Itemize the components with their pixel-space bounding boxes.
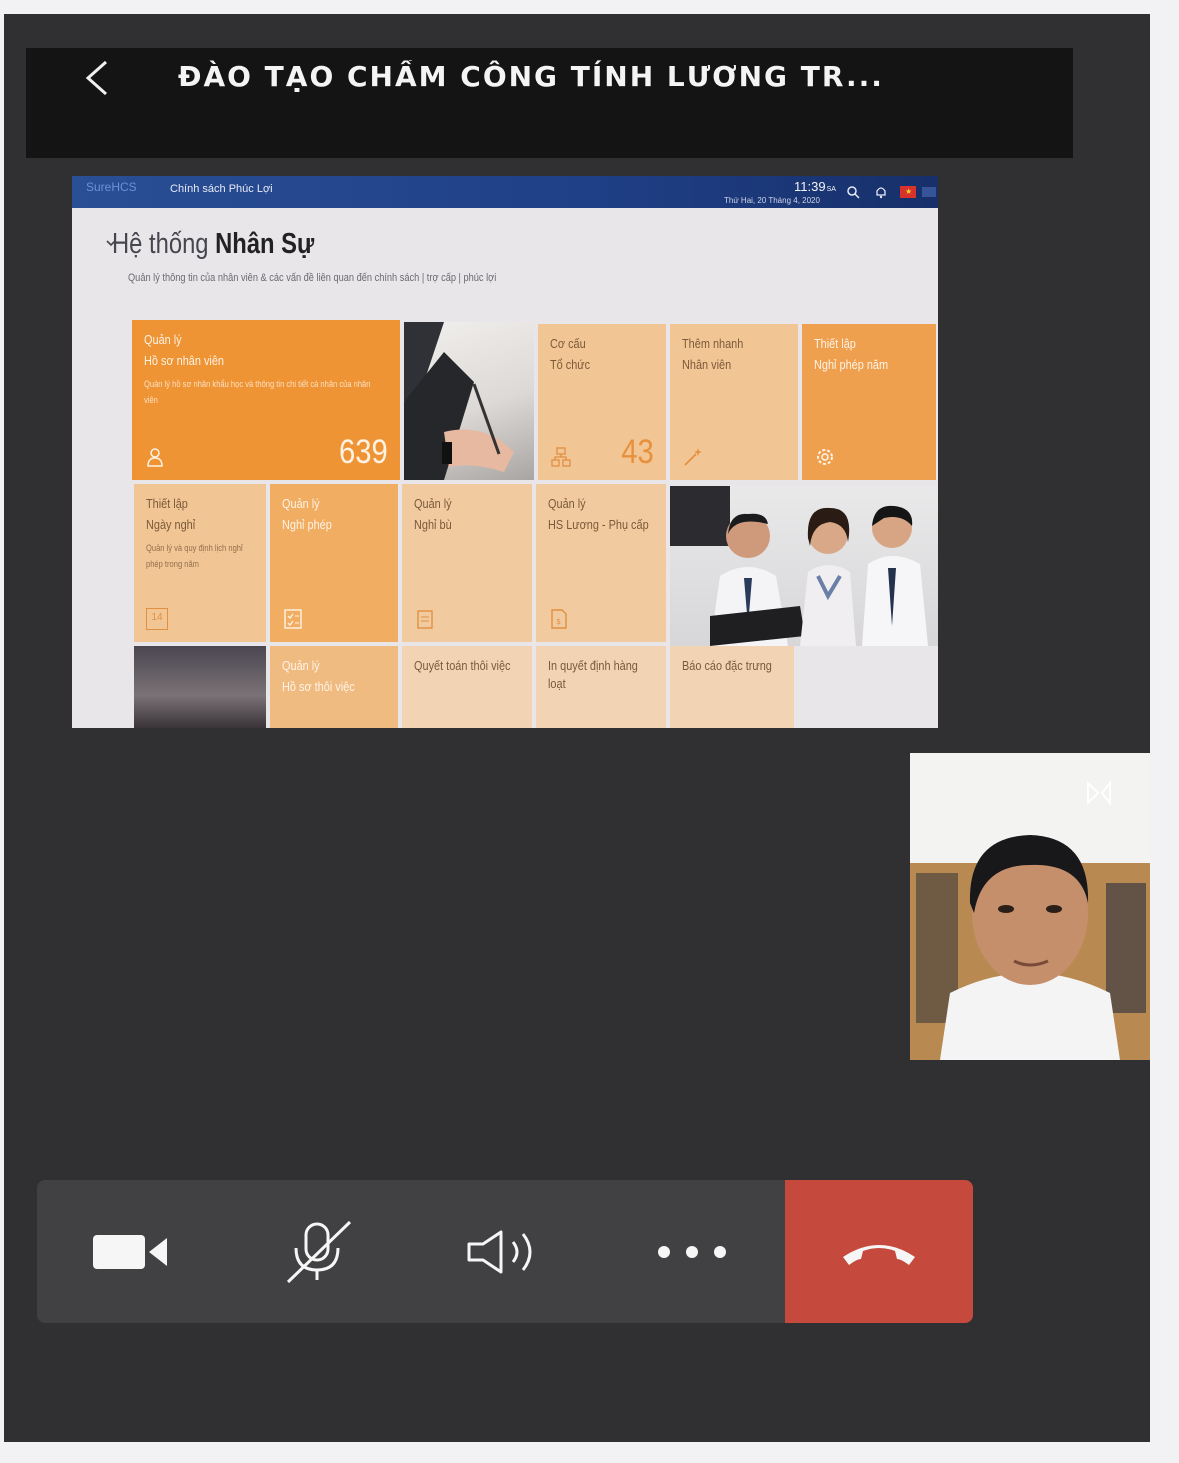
tile-label-1: Quản lý — [414, 496, 452, 511]
call-controls-bar — [37, 1180, 973, 1323]
tile-label-1: Báo cáo đặc trưng — [682, 658, 772, 673]
meeting-title: ĐÀO TẠO CHẤM CÔNG TÍNH LƯƠNG TR... — [178, 60, 884, 93]
tile-label-1: Quản lý — [144, 332, 182, 347]
microphone-button[interactable] — [224, 1180, 411, 1323]
bell-icon — [876, 187, 886, 199]
section-title-bold: Nhân Sự — [215, 228, 315, 260]
speaker-button[interactable] — [411, 1180, 598, 1323]
tile-label-1: Thêm nhanh — [682, 336, 744, 351]
business-team-photo — [670, 486, 938, 646]
org-chart-icon — [551, 447, 571, 467]
end-call-button[interactable] — [785, 1180, 973, 1323]
org-unit-count: 43 — [621, 433, 654, 471]
app-menu-label: Chính sách Phúc Lợi — [170, 183, 273, 195]
app-logo: SureHCS — [86, 180, 137, 194]
clipboard-icon — [417, 610, 433, 629]
self-video[interactable] — [910, 753, 1150, 1060]
switch-camera-icon[interactable] — [1080, 773, 1120, 813]
tile-label-1: Cơ cấu — [550, 336, 586, 351]
tile-label-2: Hồ sơ thôi việc — [282, 679, 355, 694]
tile-label-2: Nghỉ phép năm — [814, 357, 889, 372]
tile-label-2: loạt — [548, 676, 566, 691]
tile-employee-records[interactable]: Quản lý Hồ sơ nhân viên Quản lý hồ sơ nh… — [132, 320, 400, 480]
tile-resignation-records[interactable]: Quản lý Hồ sơ thôi việc — [270, 646, 398, 728]
camera-button[interactable] — [37, 1180, 224, 1323]
gear-users-icon — [817, 449, 833, 465]
chevron-left-icon[interactable] — [78, 58, 118, 98]
tile-salary-management[interactable]: Quản lý HS Lương - Phụ cấp $ — [536, 484, 666, 642]
tile-holiday-setup[interactable]: Thiết lập Ngày nghỉ Quản lý và quy định … — [134, 484, 266, 642]
section-subtitle: Quản lý thông tin của nhân viên & các vấ… — [128, 272, 497, 284]
tile-leave-management[interactable]: Quản lý Nghỉ phép — [270, 484, 398, 642]
tile-label-2: HS Lương - Phụ cấp — [548, 517, 649, 532]
magic-wand-icon — [684, 448, 702, 466]
app-header: SureHCS Chính sách Phúc Lợi 11:39SA Thứ … — [72, 176, 938, 208]
tile-label-2: Nghỉ phép — [282, 517, 332, 532]
tile-label-1: Quản lý — [282, 658, 320, 673]
flag-icon: ★ — [900, 186, 916, 198]
tile-label-1: Quản lý — [282, 496, 320, 511]
tile-bulk-decisions[interactable]: In quyết định hàng loạt — [536, 646, 666, 728]
tile-label-2: Nhân viên — [682, 357, 732, 372]
tile-description: Quản lý hồ sơ nhân khẩu học và thông tin… — [144, 379, 371, 405]
search-icon — [847, 186, 860, 199]
tile-label-1: Quyết toán thôi việc — [414, 658, 511, 673]
tile-label-2: Tổ chức — [550, 357, 591, 372]
tile-description: Quản lý và quy định lịch nghỉ phép trong… — [146, 543, 243, 569]
tile-label-1: Quản lý — [548, 496, 586, 511]
microphone-muted-icon — [286, 1220, 351, 1283]
svg-text:$: $ — [556, 617, 561, 626]
tile-org-structure[interactable]: Cơ cấu Tổ chức 43 — [538, 324, 666, 480]
user-icon — [147, 448, 163, 467]
video-camera-icon — [92, 1234, 167, 1269]
more-options-button[interactable] — [598, 1180, 785, 1323]
app-clock-time: 11:39 — [794, 179, 826, 194]
more-options-icon — [657, 1245, 726, 1258]
meeting-title-bar: ĐÀO TẠO CHẤM CÔNG TÍNH LƯƠNG TR... — [26, 48, 1073, 158]
tile-label-1: Thiết lập — [814, 336, 856, 351]
tile-label-2: Hồ sơ nhân viên — [144, 353, 225, 368]
app-clock-suffix: SA — [826, 186, 836, 193]
employee-count: 639 — [339, 433, 388, 471]
pen-writing-photo — [404, 322, 534, 480]
office-photo — [134, 646, 266, 728]
tile-resignation-settlement[interactable]: Quyết toán thôi việc — [402, 646, 532, 728]
section-title: Hệ thống Nhân Sự — [112, 228, 314, 261]
tile-quick-add-employee[interactable]: Thêm nhanh Nhân viên — [670, 324, 798, 480]
speaker-icon — [467, 1230, 531, 1273]
checklist-icon — [284, 609, 302, 629]
tile-comp-leave-management[interactable]: Quản lý Nghỉ bù — [402, 484, 532, 642]
tile-label-2: Ngày nghỉ — [146, 517, 196, 532]
section-title-light: Hệ thống — [112, 228, 216, 260]
sidebar-icon — [922, 187, 936, 197]
shared-screen: SureHCS Chính sách Phúc Lợi 11:39SA Thứ … — [72, 176, 938, 728]
tile-label-1: Thiết lập — [146, 496, 188, 511]
app-clock: 11:39SA — [794, 179, 836, 194]
tile-annual-leave-setup[interactable]: Thiết lập Nghỉ phép năm — [802, 324, 936, 480]
calendar-icon: 14 — [146, 608, 168, 630]
app-date: Thứ Hai, 20 Tháng 4, 2020 — [724, 196, 820, 205]
tile-special-reports[interactable]: Báo cáo đặc trưng — [670, 646, 794, 728]
end-call-icon — [843, 1244, 915, 1265]
tile-label-1: In quyết định hàng — [548, 658, 638, 673]
document-money-icon: $ — [551, 609, 567, 629]
tile-label-2: Nghỉ bù — [414, 517, 452, 532]
